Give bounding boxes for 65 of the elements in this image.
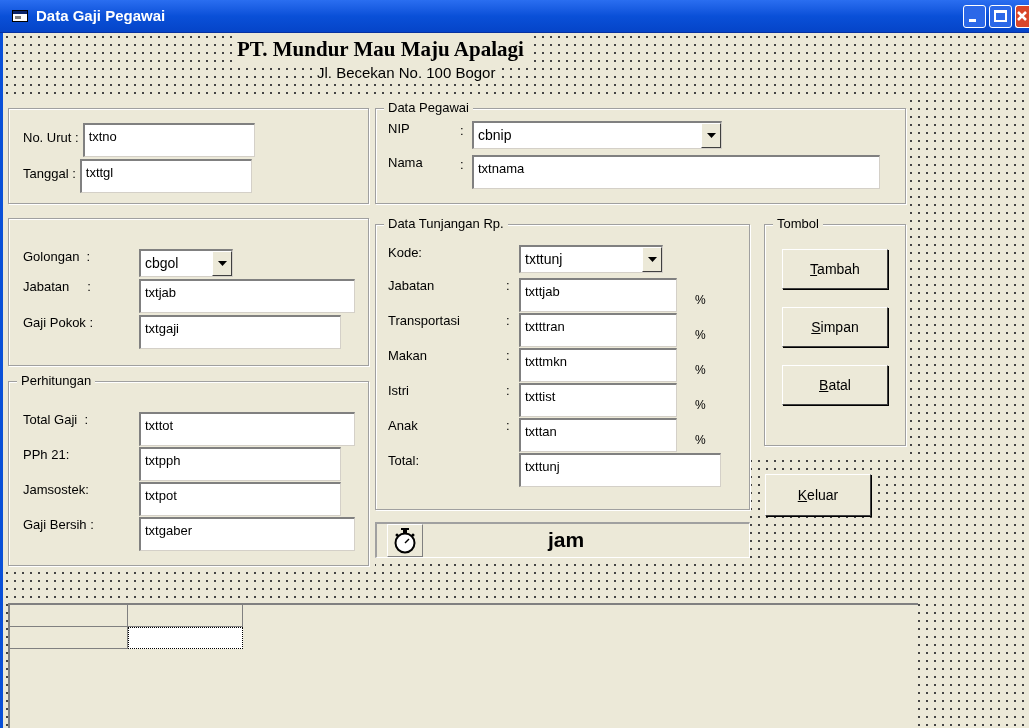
field-label: Total: bbox=[388, 453, 421, 469]
keluar-button[interactable]: Keluar bbox=[765, 474, 871, 516]
frame-title: Perhitungan bbox=[17, 373, 96, 389]
percent-sign: % bbox=[695, 327, 706, 343]
field-label: Transportasi bbox=[388, 313, 461, 329]
clock-label: jam bbox=[546, 527, 586, 553]
field-label: Gaji Pokok : bbox=[23, 315, 95, 331]
text-field[interactable]: txttist bbox=[519, 383, 677, 417]
text-field[interactable]: txtgaji bbox=[139, 315, 341, 349]
separator-colon: : bbox=[506, 348, 511, 364]
text-field[interactable]: txtpot bbox=[139, 482, 341, 516]
text-field[interactable]: txtpph bbox=[139, 447, 341, 481]
percent-sign: % bbox=[695, 292, 706, 308]
frame-title: Data Pegawai bbox=[384, 100, 473, 116]
field-label: Nama bbox=[388, 155, 424, 171]
action-button[interactable]: Batal bbox=[782, 365, 888, 405]
separator-colon: : bbox=[506, 313, 511, 329]
action-button[interactable]: Tambah bbox=[782, 249, 888, 289]
text-field[interactable]: txtgaber bbox=[139, 517, 355, 551]
text-field[interactable]: txtno bbox=[82, 123, 255, 157]
field-label: Jabatan : bbox=[23, 279, 92, 295]
text-field[interactable]: txtjab bbox=[139, 279, 355, 313]
percent-sign: % bbox=[695, 432, 706, 448]
close-button[interactable] bbox=[1015, 4, 1029, 28]
maximize-button[interactable] bbox=[989, 4, 1012, 28]
frame-title: Data Tunjangan Rp. bbox=[384, 216, 508, 232]
field-label: Kode: bbox=[388, 245, 423, 261]
field-label: Gaji Bersih : bbox=[23, 517, 95, 533]
text-field[interactable]: txttunj bbox=[519, 453, 721, 487]
combo-box[interactable]: cbgol bbox=[139, 249, 233, 277]
minimize-button[interactable] bbox=[963, 4, 986, 28]
field-label: Istri bbox=[388, 383, 410, 399]
selected-grid-cell[interactable] bbox=[128, 627, 243, 649]
field-label: Golongan : bbox=[23, 249, 92, 265]
field-label: Jamsostek: bbox=[23, 482, 90, 498]
action-button[interactable]: Simpan bbox=[782, 307, 888, 347]
percent-sign: % bbox=[695, 397, 706, 413]
combo-box[interactable]: txttunj bbox=[519, 245, 663, 273]
stopwatch-icon bbox=[394, 527, 416, 554]
separator-colon: : bbox=[506, 278, 511, 294]
field-label: NIP bbox=[388, 121, 411, 137]
text-field[interactable]: txttot bbox=[139, 412, 355, 446]
close-icon bbox=[1016, 10, 1028, 22]
field-label: Makan bbox=[388, 348, 429, 364]
separator-colon: : bbox=[506, 383, 511, 399]
combo-box[interactable]: cbnip bbox=[472, 121, 722, 149]
text-field[interactable]: txtnama bbox=[472, 155, 880, 189]
window-title: Data Gaji Pegawai bbox=[36, 5, 166, 26]
field-label: PPh 21: bbox=[23, 447, 71, 463]
field-label: Anak bbox=[388, 418, 419, 434]
separator-colon: : bbox=[460, 122, 465, 139]
text-field[interactable]: txttan bbox=[519, 418, 677, 452]
data-grid[interactable] bbox=[8, 603, 918, 728]
field-label: No. Urut : bbox=[23, 130, 79, 145]
text-field[interactable]: txtttran bbox=[519, 313, 677, 347]
field-label: Total Gaji : bbox=[23, 412, 90, 428]
separator-colon: : bbox=[506, 418, 511, 434]
form-icon bbox=[12, 10, 28, 22]
field-label: Tanggal : bbox=[23, 166, 76, 181]
separator-colon: : bbox=[460, 156, 465, 173]
text-field[interactable]: txttjab bbox=[519, 278, 677, 312]
text-field[interactable]: txttgl bbox=[79, 159, 252, 193]
field-label: Jabatan bbox=[388, 278, 436, 294]
text-field[interactable]: txttmkn bbox=[519, 348, 677, 382]
percent-sign: % bbox=[695, 362, 706, 378]
